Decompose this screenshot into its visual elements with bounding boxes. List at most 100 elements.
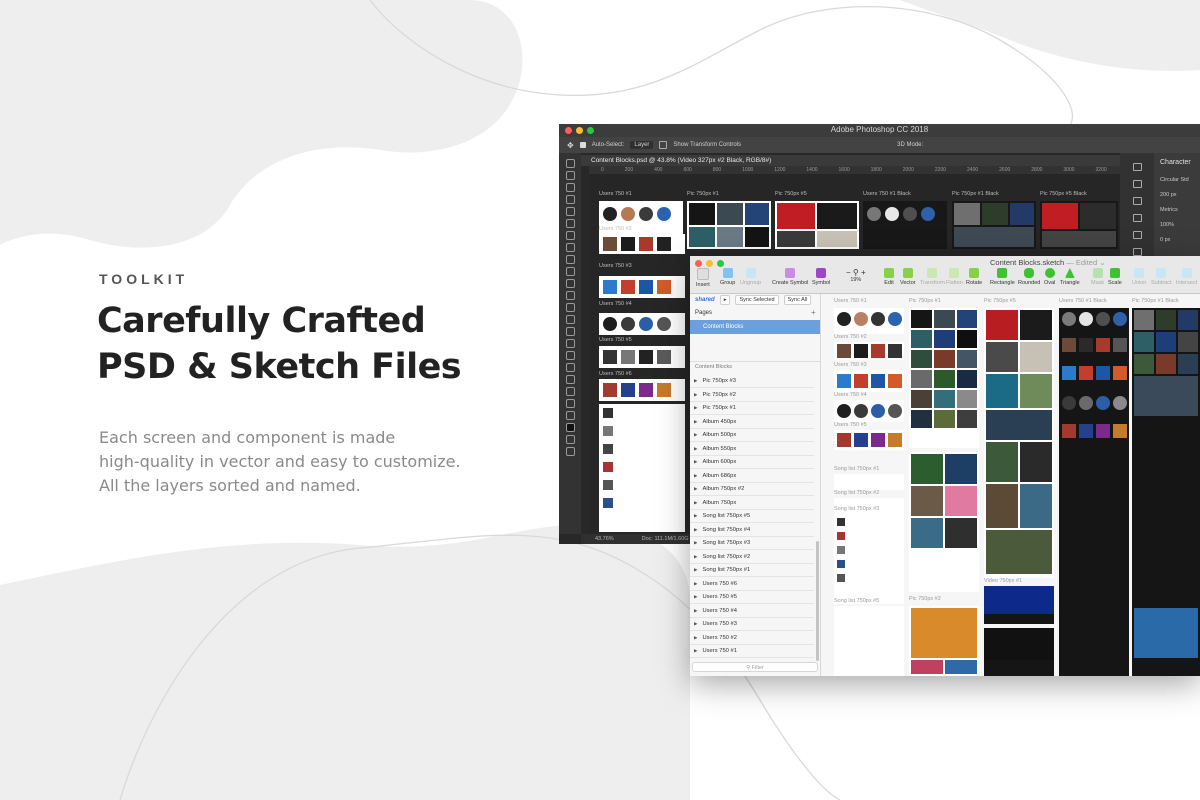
ps-artboard[interactable] [952,201,1036,249]
layer-row[interactable]: ▶ Album 686px [690,469,814,483]
video-artboard[interactable] [984,628,1054,676]
layer-row[interactable]: ▶ Song list 750px #2 [690,550,814,564]
add-page-icon[interactable]: + [811,308,816,317]
type-icon[interactable] [565,351,575,360]
union-button[interactable]: Union [1132,268,1146,286]
page-item-content-blocks[interactable]: Content Blocks [690,320,820,334]
sk-artboard[interactable] [834,308,904,334]
dodge-icon[interactable] [565,327,575,336]
type-panel-icon[interactable] [1132,163,1142,171]
ps-artboard[interactable] [687,201,771,249]
glyphs-icon[interactable] [1132,214,1142,222]
layer-row[interactable]: ▶ Song list 750px #5 [690,509,814,523]
move-tool-icon[interactable]: ✥ [567,141,574,150]
disclosure-triangle-icon[interactable]: ▶ [694,644,697,657]
move-icon[interactable] [565,159,575,168]
zoom-level[interactable]: 43.76% [595,534,614,544]
eraser-icon[interactable] [565,291,575,300]
ps-artboard[interactable] [775,201,859,249]
close-button[interactable] [695,260,702,267]
ps-artboard[interactable] [1040,201,1118,249]
stamp-icon[interactable] [565,267,575,276]
pen-icon[interactable] [565,339,575,348]
grid-icon[interactable] [1132,197,1142,205]
marquee-icon[interactable] [565,171,575,180]
color-swatch-icon[interactable] [565,423,575,432]
ps-artboard[interactable] [599,313,685,335]
document-tab[interactable]: Content Blocks.psd @ 43.8% (Video 327px … [581,155,1120,166]
ps-artboard[interactable] [599,234,685,254]
intersect-button[interactable]: Intersect [1176,268,1197,286]
disclosure-triangle-icon[interactable]: ▶ [694,509,697,522]
disclosure-triangle-icon[interactable]: ▶ [694,482,697,495]
disclosure-triangle-icon[interactable]: ▶ [694,604,697,617]
disclosure-triangle-icon[interactable]: ▶ [694,415,697,428]
ps-song-list-artboard[interactable] [599,404,685,532]
disclosure-triangle-icon[interactable]: ▶ [694,523,697,536]
transform-button[interactable]: Transform [920,268,945,286]
path-select-icon[interactable] [565,363,575,372]
flatten-button[interactable]: Flatten [946,268,963,286]
history-brush-icon[interactable] [565,279,575,288]
disclosure-triangle-icon[interactable]: ▶ [694,455,697,468]
subtract-button[interactable]: Subtract [1151,268,1171,286]
layer-select[interactable]: Layer [630,141,654,149]
ps-artboard[interactable] [599,276,685,298]
layer-row[interactable]: ▶ Song list 750px #1 [690,563,814,577]
vector-button[interactable]: Vector [900,268,916,286]
layer-row[interactable]: ▶ Users 750 #1 [690,644,814,658]
sk-artboard[interactable] [834,342,904,360]
kerning-field[interactable]: Metrics [1160,207,1189,213]
sk-artboard[interactable] [834,370,904,392]
sync-all-button[interactable]: Sync All [783,295,812,305]
crop-icon[interactable] [565,207,575,216]
layer-row[interactable]: ▶ Users 750 #3 [690,617,814,631]
layer-row[interactable]: ▶ Song list 750px #4 [690,523,814,537]
screen-mode-icon[interactable] [565,447,575,456]
scale-field[interactable]: 100% [1160,222,1189,228]
paragraph-icon[interactable] [1132,180,1142,188]
layers-icon[interactable] [1132,231,1142,239]
layer-row[interactable]: ▶ Song list 750px #3 [690,536,814,550]
shape-icon[interactable] [565,375,575,384]
oval-button[interactable]: Oval [1044,268,1055,286]
layer-row[interactable]: ▶ Pic 750px #2 [690,388,814,402]
sk-artboard[interactable] [909,452,979,592]
rounded-button[interactable]: Rounded [1018,268,1040,286]
rotate-button[interactable]: Rotate [966,268,982,286]
zoom-button[interactable] [717,260,724,267]
ungroup-button[interactable]: Ungroup [740,268,761,286]
disclosure-triangle-icon[interactable]: ▶ [694,388,697,401]
disclosure-triangle-icon[interactable]: ▶ [694,496,697,509]
disclosure-triangle-icon[interactable]: ▶ [694,631,697,644]
layer-row[interactable]: ▶ Users 750 #6 [690,577,814,591]
triangle-button[interactable]: Triangle [1060,268,1080,286]
sk-artboard[interactable] [834,474,904,490]
disclosure-triangle-icon[interactable]: ▶ [694,428,697,441]
hand-icon[interactable] [565,387,575,396]
disclosure-triangle-icon[interactable]: ▶ [694,577,697,590]
font-size-field[interactable]: 200 px [1160,192,1189,198]
layer-row[interactable]: ▶ Users 750 #4 [690,604,814,618]
gradient-icon[interactable] [565,303,575,312]
minimize-button[interactable] [706,260,713,267]
layer-row[interactable]: ▶ Album 600px [690,455,814,469]
brush-icon[interactable] [565,255,575,264]
sk-dark-artboard[interactable] [1059,308,1129,676]
baseline-field[interactable]: 0 px [1160,237,1189,243]
disclosure-triangle-icon[interactable]: ▶ [694,550,697,563]
disclosure-triangle-icon[interactable]: ▶ [694,563,697,576]
zoom-icon[interactable] [565,399,575,408]
layer-row[interactable]: ▶ Album 550px [690,442,814,456]
create-symbol-button[interactable]: Create Symbol [772,268,808,286]
ps-artboard[interactable] [863,201,947,249]
eyedropper-icon[interactable] [565,231,575,240]
sk-artboard[interactable] [984,308,1054,578]
group-button[interactable]: Group [720,268,735,286]
sk-song-list-artboard[interactable] [834,606,904,676]
sync-selected-button[interactable]: Sync Selected [735,295,779,305]
sk-artboard[interactable] [909,606,979,676]
layer-row[interactable]: ▶ Album 750px [690,496,814,510]
rectangle-button[interactable]: Rectangle [990,268,1015,286]
more-tools-icon[interactable] [565,411,575,420]
